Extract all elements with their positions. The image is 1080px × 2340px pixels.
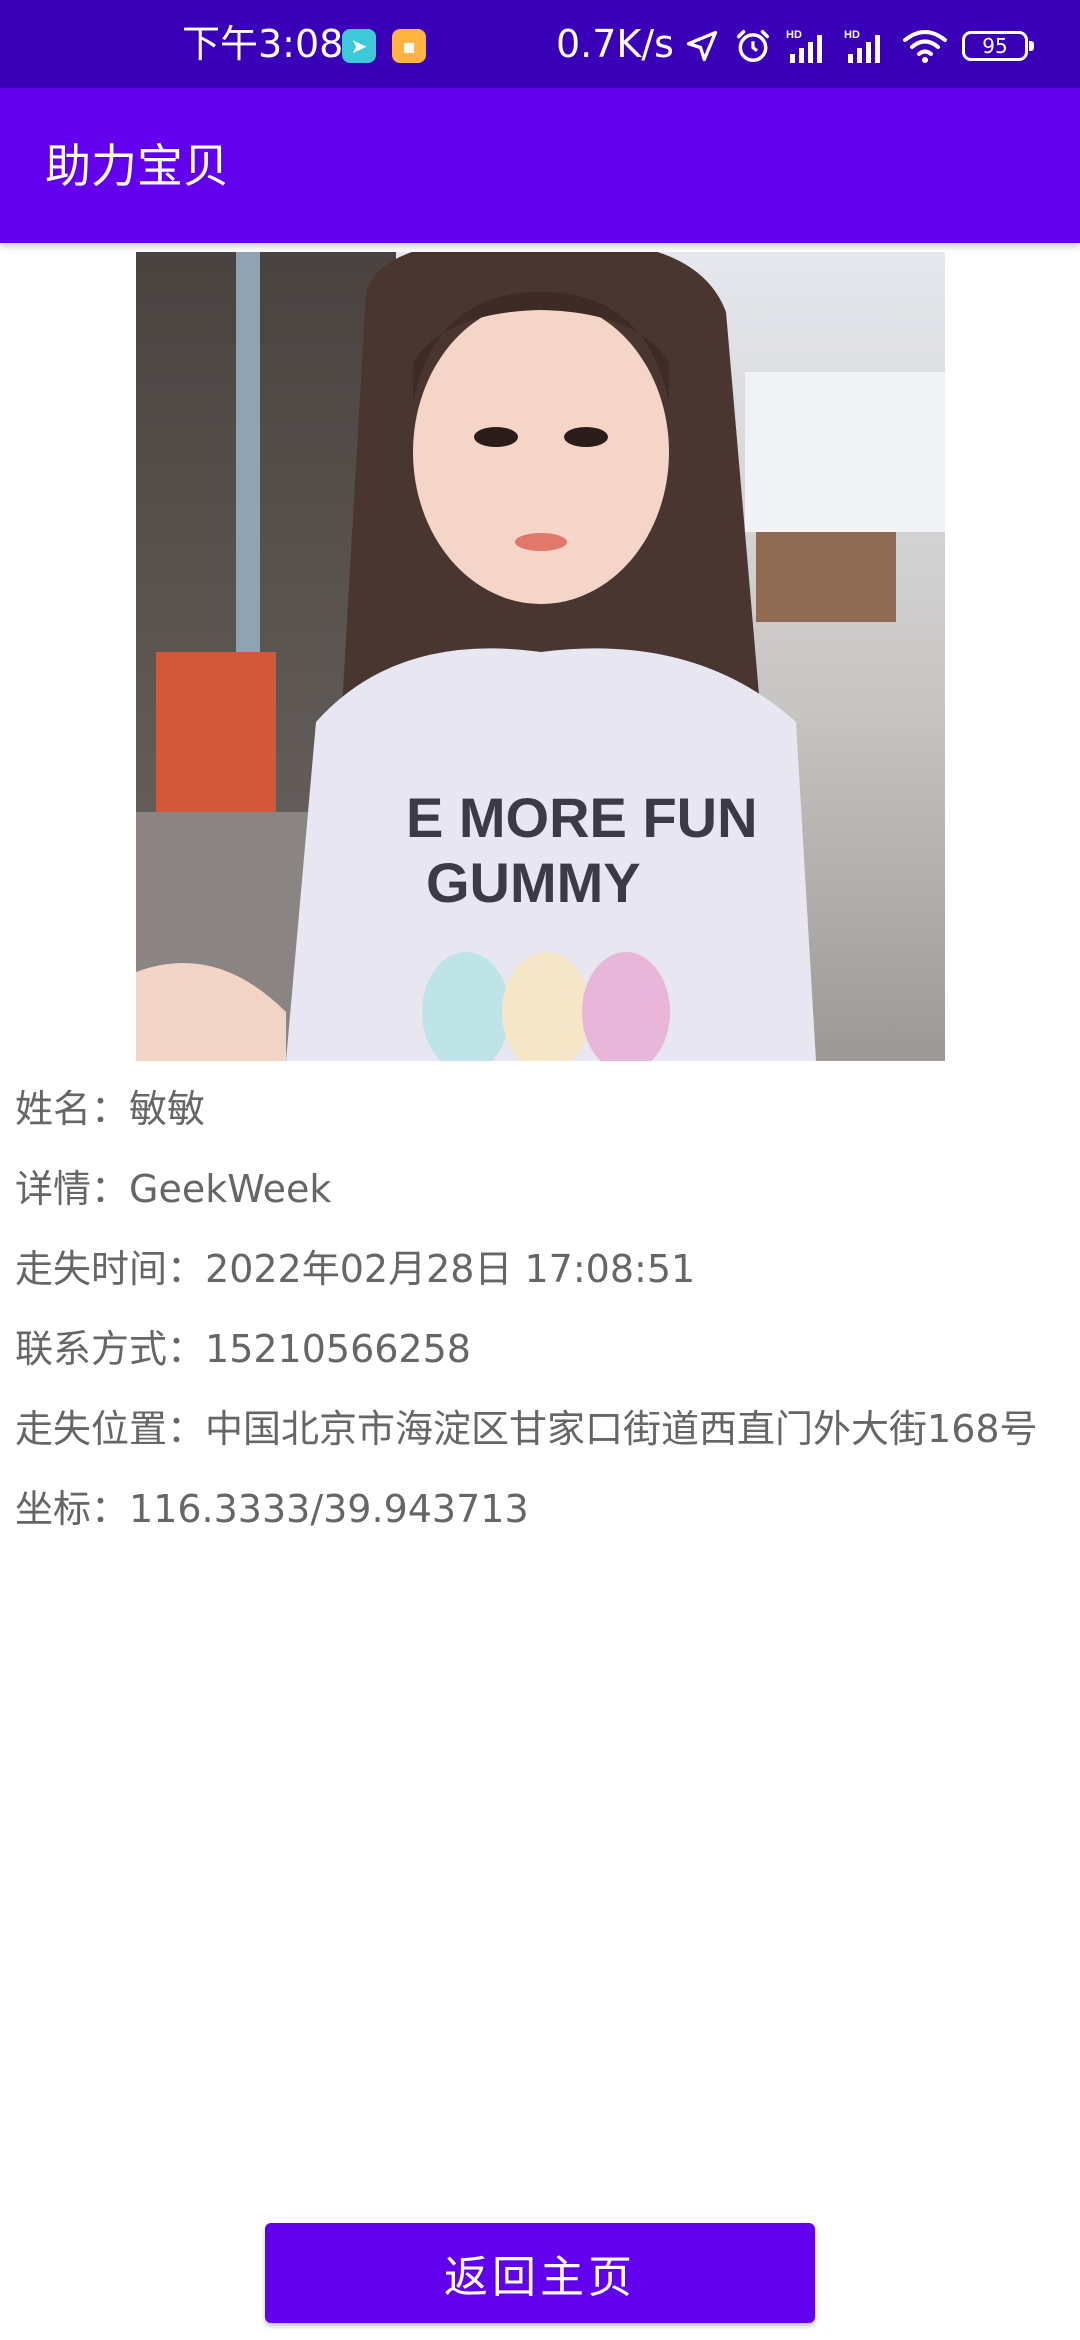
back-home-button[interactable]: 返回主页: [265, 2223, 815, 2323]
detail-label: 详情：: [15, 1167, 130, 1211]
signal-hd-icon: HD: [844, 29, 880, 63]
svg-text:GUMMY: GUMMY: [426, 851, 641, 914]
alarm-icon: [737, 30, 769, 62]
location-row: 走失位置：中国北京市海淀区甘家口街道西直门外大街168号: [15, 1404, 1038, 1454]
status-time: 下午3:08: [182, 22, 344, 66]
coords-label: 坐标：: [15, 1487, 130, 1531]
lost-time-row: 走失时间：2022年02月28日 17:08:51: [15, 1244, 695, 1294]
app-bar: 助力宝贝: [0, 88, 1080, 243]
status-bar: 下午3:08 ➤ ▪ 0.7K/s HD HD 95: [0, 0, 1080, 88]
child-photo-image: E MORE FUN GUMMY: [136, 252, 945, 1061]
location-icon: [686, 30, 718, 62]
name-label: 姓名：: [15, 1087, 130, 1131]
location-label: 走失位置：: [15, 1407, 206, 1451]
svg-text:HD: HD: [786, 29, 802, 41]
signal-hd-icon: HD: [786, 29, 822, 63]
svg-text:E MORE FUN: E MORE FUN: [406, 786, 758, 849]
telegram-icon: ➤: [342, 29, 376, 63]
detail-value: GeekWeek: [129, 1167, 332, 1211]
name-row: 姓名：敏敏: [15, 1084, 205, 1134]
coords-row: 坐标：116.3333/39.943713: [15, 1484, 529, 1534]
svg-text:HD: HD: [844, 29, 860, 41]
contact-value: 15210566258: [205, 1327, 471, 1371]
status-icons: HD HD 95: [684, 26, 1034, 66]
battery-icon: 95: [962, 31, 1034, 61]
name-value: 敏敏: [129, 1087, 206, 1131]
contact-label: 联系方式：: [15, 1327, 206, 1371]
wifi-icon: [903, 30, 947, 63]
location-value: 中国北京市海淀区甘家口街道西直门外大街168号: [205, 1407, 1038, 1451]
child-photo: E MORE FUN GUMMY: [136, 252, 945, 1061]
contact-row: 联系方式：15210566258: [15, 1324, 471, 1374]
coords-value: 116.3333/39.943713: [129, 1487, 529, 1531]
detail-row: 详情：GeekWeek: [15, 1164, 331, 1214]
network-speed: 0.7K/s: [556, 22, 674, 66]
lost-time-label: 走失时间：: [15, 1247, 206, 1291]
message-icon: ▪: [392, 29, 426, 63]
page-title: 助力宝贝: [45, 139, 229, 193]
lost-time-value: 2022年02月28日 17:08:51: [205, 1247, 696, 1291]
